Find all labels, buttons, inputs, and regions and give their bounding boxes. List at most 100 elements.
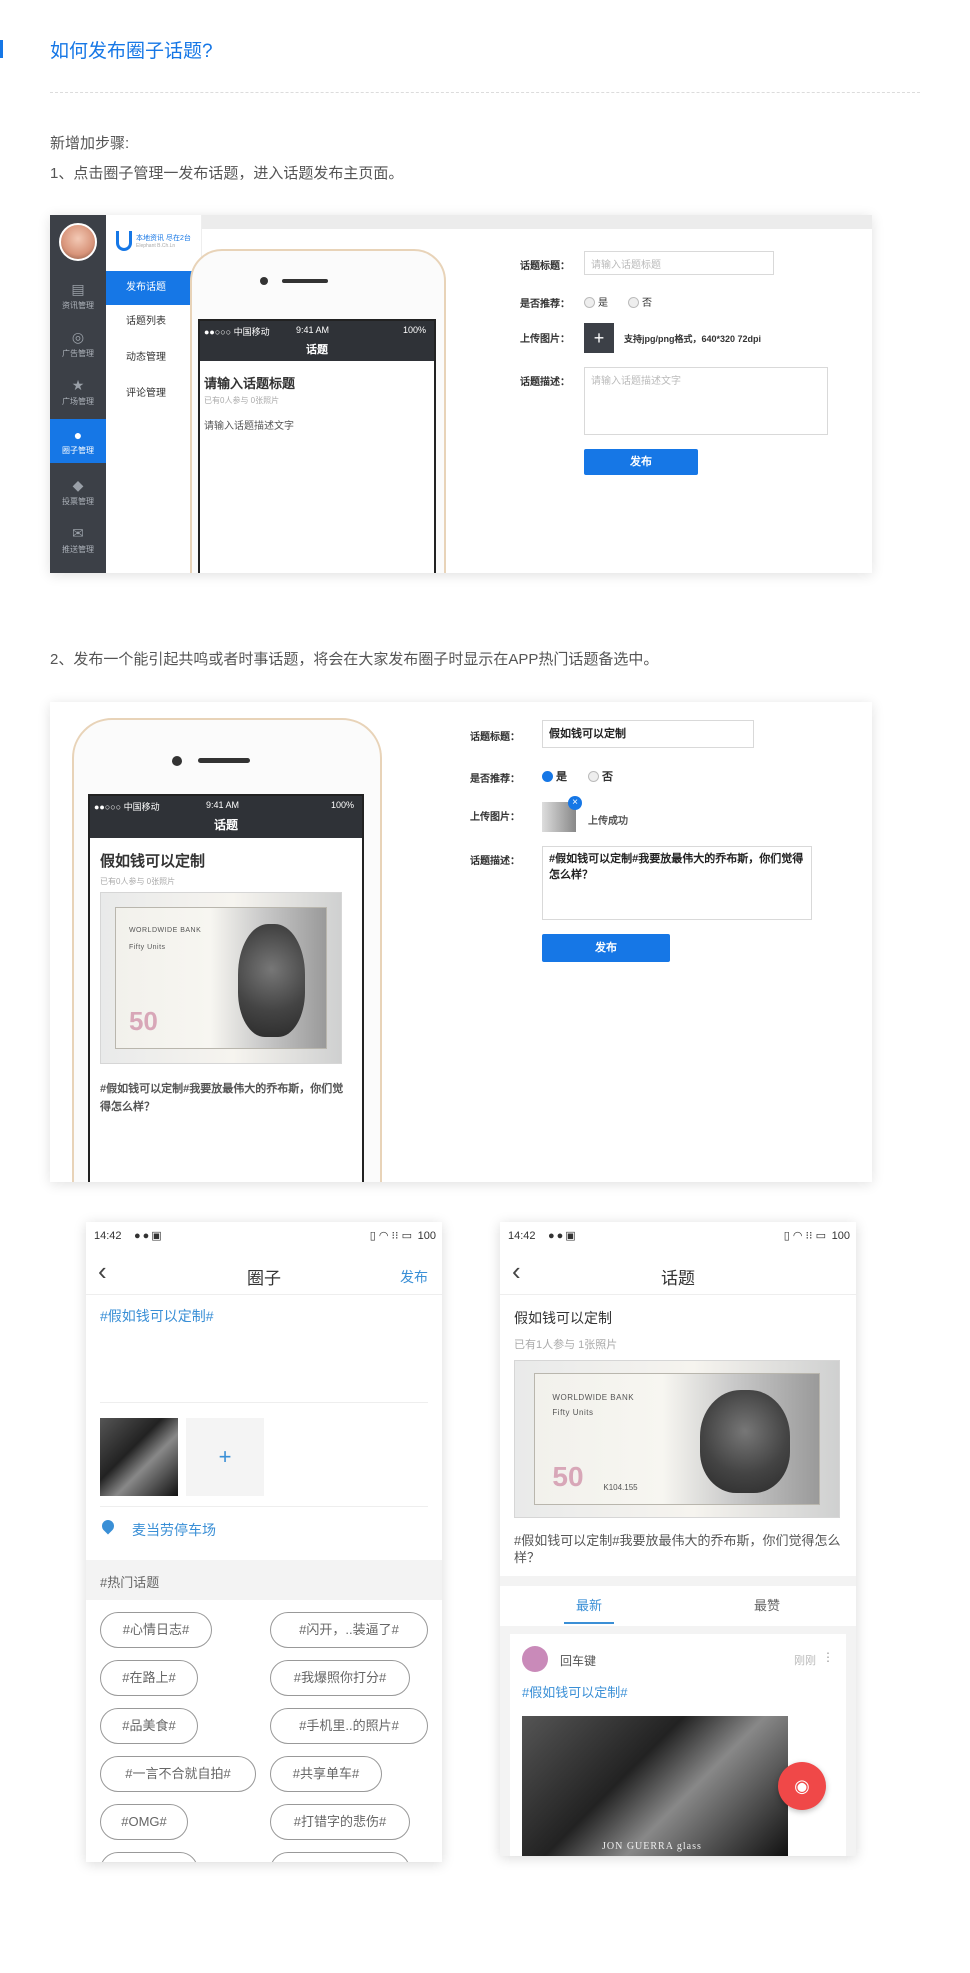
preview-title: 假如钱可以定制 <box>100 853 206 870</box>
intro-text: 新增加步骤: <box>50 135 130 152</box>
menu-publish-topic[interactable]: 发布话题 <box>106 271 202 305</box>
upload-status: 上传成功 <box>588 816 628 827</box>
topic-screen: 14:42 ●●▣ ▯ ◠ ⁝⁝ ▭ 100 ‹ 话题 假如钱可以定制 已有1人… <box>500 1222 856 1856</box>
menu-topic-list[interactable]: 话题列表 <box>106 307 202 337</box>
more-icon[interactable]: ⋮ <box>822 1650 834 1664</box>
upload-label: 上传图片： <box>470 812 520 823</box>
side-circle[interactable]: ● 圈子管理 <box>50 419 106 463</box>
publish-button-1[interactable]: 发布 <box>584 449 698 475</box>
hot-tag[interactable]: #共享单车# <box>270 1756 382 1792</box>
topic-meta: 已有1人参与 1张照片 <box>514 1339 618 1351</box>
side-ads[interactable]: ◎ 广告管理 <box>50 325 106 359</box>
preview-title: 请输入话题标题 <box>204 376 296 391</box>
step1-text: 1、点击圈子管理一发布话题，进入话题发布主页面。 <box>50 165 404 182</box>
chat-bubble-icon: ● <box>73 427 83 443</box>
carrier-text: ●●○○○ 中国移动 <box>94 802 160 812</box>
battery-text: 100% <box>402 325 426 335</box>
topic-tag-input[interactable]: #假如钱可以定制# <box>100 1306 214 1326</box>
notification-icons: ●●▣ <box>134 1230 164 1242</box>
desc-textarea[interactable]: #假如钱可以定制#我要放最伟大的乔布斯，你们觉得怎么样？ <box>542 846 812 920</box>
radio-no[interactable]: 否 <box>628 294 652 309</box>
tab-underline <box>564 1622 614 1624</box>
menu-dynamic-manage[interactable]: 动态管理 <box>106 343 202 373</box>
hot-tag[interactable]: #我爆照你打分# <box>270 1660 410 1696</box>
logo-subtext: Elephant B.Ch.Ln <box>136 243 176 249</box>
hot-topics-header: #热门话题 <box>86 1560 442 1600</box>
portrait-shape <box>237 924 305 1038</box>
battery-text: 100% <box>330 800 354 810</box>
radio-no[interactable]: 否 <box>588 768 613 784</box>
banknote-image[interactable]: WORLDWIDE BANK Fifty Units 50 K104.155 <box>514 1360 840 1518</box>
notification-icons: ●●▣ <box>548 1230 578 1242</box>
hot-tag[interactable]: #打错字的悲伤# <box>270 1804 410 1840</box>
preview-desc: #假如钱可以定制#我要放最伟大的乔布斯，你们觉得怎么样？ <box>100 1083 344 1113</box>
camera-fab-button[interactable]: ◉ <box>778 1762 826 1810</box>
screen-title: 话题 <box>306 344 328 356</box>
location-pin-icon <box>99 1517 117 1535</box>
step2-text: 2、发布一个能引起共鸣或者时事话题，将会在大家发布圈子时显示在APP热门话题备选… <box>50 651 659 668</box>
desc-textarea[interactable]: 请输入话题描述文字 <box>584 367 828 435</box>
signal-icons: ▯ ◠ ⁝⁝ ▭ <box>369 1230 412 1242</box>
hot-tag[interactable]: #品美食# <box>100 1708 198 1744</box>
hot-tag[interactable]: #心情日志# <box>100 1612 212 1648</box>
desc-label: 话题描述： <box>520 377 570 388</box>
post-card: 回车键 刚刚 ⋮ #假如钱可以定制# JON GUERRA glass <box>510 1634 846 1856</box>
divider <box>50 92 920 93</box>
envelope-icon: ✉ <box>72 525 84 541</box>
preview-meta: 已有0人参与 0张照片 <box>100 877 176 886</box>
dropbox-icon: ◆ <box>72 477 84 493</box>
remove-icon[interactable]: × <box>568 796 582 810</box>
location-text[interactable]: 麦当劳停车场 <box>132 1520 216 1540</box>
side-square[interactable]: ★ 广场管理 <box>50 373 106 407</box>
logo-text: 本地资讯 尽在2台 <box>136 235 191 242</box>
camera-dot <box>172 756 182 766</box>
hot-tag[interactable]: #闪开，..装逼了# <box>270 1612 428 1648</box>
admin-menu: 本地资讯 尽在2台 Elephant B.Ch.Ln 发布话题 话题列表 动态管… <box>106 215 202 573</box>
admin-avatar[interactable] <box>59 223 97 261</box>
post-topic-tag[interactable]: #假如钱可以定制# <box>522 1682 627 1701</box>
side-vote[interactable]: ◆ 投票管理 <box>50 473 106 507</box>
note-number: 50 <box>552 1461 584 1493</box>
tab-most-liked[interactable]: 最赞 <box>678 1586 856 1626</box>
title-input[interactable]: 请输入话题标题 <box>584 251 774 275</box>
note-units-text: Fifty Units <box>128 944 166 952</box>
post-time: 刚刚 <box>794 1655 816 1667</box>
preview-meta: 已有0人参与 0张照片 <box>204 396 280 405</box>
user-avatar[interactable] <box>522 1646 548 1672</box>
note-units-text: Fifty Units <box>552 1408 594 1418</box>
radio-yes[interactable]: 是 <box>542 768 567 784</box>
hot-tag-partial[interactable] <box>100 1852 198 1862</box>
upload-hint: 支持jpg/png格式，640*320 72dpi <box>624 334 762 344</box>
tab-latest[interactable]: 最新 <box>500 1586 678 1626</box>
add-photo-button[interactable]: + <box>186 1418 264 1496</box>
upload-plus-button[interactable]: + <box>584 323 614 353</box>
side-push[interactable]: ✉ 推送管理 <box>50 521 106 555</box>
title-accent-bar <box>0 40 3 58</box>
publish-link[interactable]: 发布 <box>400 1267 428 1287</box>
post-username[interactable]: 回车键 <box>560 1652 596 1669</box>
portrait-shape <box>699 1389 791 1494</box>
battery-level: 100 <box>831 1230 850 1242</box>
hot-tag[interactable]: #在路上# <box>100 1660 198 1696</box>
side-news[interactable]: ▤ 资讯管理 <box>50 277 106 311</box>
topic-desc: #假如钱可以定制#我要放最伟大的乔布斯，你们觉得怎么样？ <box>514 1533 841 1565</box>
title-input[interactable]: 假如钱可以定制 <box>542 720 754 748</box>
admin-panel-1: ▤ 资讯管理 ◎ 广告管理 ★ 广场管理 ● 圈子管理 ◆ 投票管理 ✉ 推送管理 本地资讯… <box>50 215 872 573</box>
radio-icon <box>628 297 639 308</box>
note-bank-text: WORLDWIDE BANK <box>552 1392 635 1402</box>
hot-tag[interactable]: #一言不合就自拍# <box>100 1756 256 1792</box>
radio-yes[interactable]: 是 <box>584 294 608 309</box>
note-number: 50 <box>128 1006 158 1037</box>
hot-tag-partial[interactable] <box>270 1852 410 1862</box>
radio-icon <box>584 297 595 308</box>
hot-tag[interactable]: #OMG# <box>100 1804 188 1840</box>
star-icon: ★ <box>71 377 85 393</box>
nav-title: 话题 <box>661 1269 695 1288</box>
hot-tag[interactable]: #手机里..的照片# <box>270 1708 428 1744</box>
uploaded-photo[interactable] <box>100 1418 178 1496</box>
post-photo[interactable]: JON GUERRA glass <box>522 1716 788 1856</box>
menu-comment-manage[interactable]: 评论管理 <box>106 379 202 409</box>
desc-label: 话题描述： <box>470 856 520 867</box>
publish-button-2[interactable]: 发布 <box>542 934 670 962</box>
speaker-slot <box>282 279 328 283</box>
